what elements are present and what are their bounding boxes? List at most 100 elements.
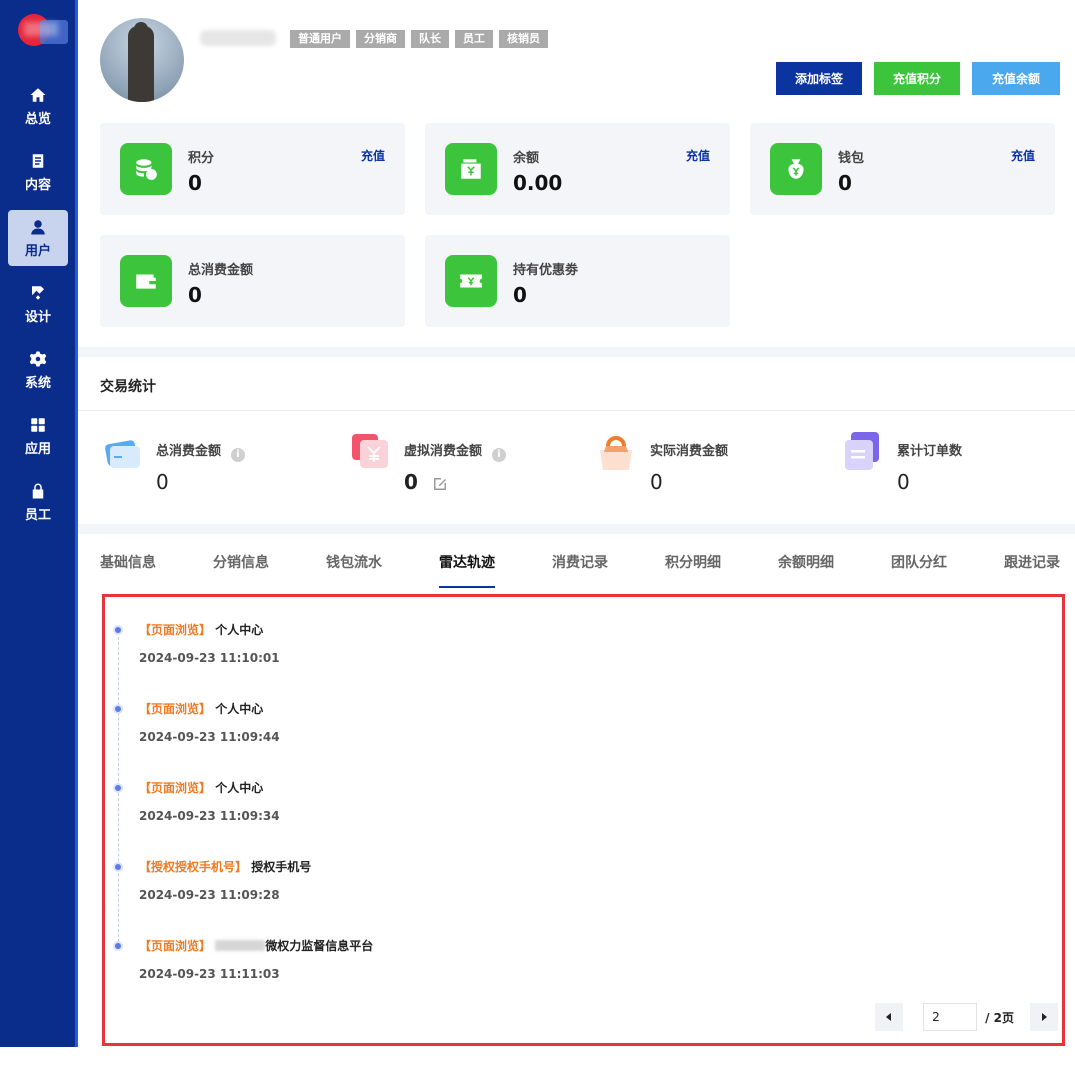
edit-icon[interactable] xyxy=(432,476,448,492)
timeline-item: 【页面浏览】 微权力监督信息平台 2024-09-23 11:11:03 xyxy=(113,919,1013,981)
radar-timeline: 【页面浏览】 个人中心 2024-09-23 11:10:01 【页面浏览】 个… xyxy=(102,594,1065,1046)
stat-value: 0 xyxy=(650,470,663,494)
tab-balance-detail[interactable]: 余额明细 xyxy=(778,552,834,588)
brush-icon xyxy=(29,284,47,302)
wallet-recharge-link[interactable]: 充值 xyxy=(1011,147,1035,164)
stat-value: 0 xyxy=(404,470,418,494)
timeline-dot xyxy=(113,704,123,714)
document-icon xyxy=(29,152,47,170)
tab-radar-track[interactable]: 雷达轨迹 xyxy=(439,552,495,588)
page-total: / 2页 xyxy=(985,1010,1014,1025)
yuan-card-icon xyxy=(352,434,388,468)
timeline-title: 【授权授权手机号】 授权手机号 xyxy=(139,860,312,874)
gear-icon xyxy=(29,350,47,368)
card-value: 0 xyxy=(513,283,527,307)
stat-order-count: 累计订单数 0 xyxy=(843,432,1063,502)
wallet-icon xyxy=(120,255,172,307)
stat-value: 0 xyxy=(897,470,910,494)
card-label: 总消费金额 xyxy=(188,263,254,278)
timeline-dot xyxy=(113,783,123,793)
sidebar-item-label: 系统 xyxy=(24,375,51,391)
balance-recharge-link[interactable]: 充值 xyxy=(686,147,710,164)
sidebar-item-users[interactable]: 用户 xyxy=(8,210,68,266)
stat-label: 累计订单数 xyxy=(897,444,963,459)
tag-badge: 员工 xyxy=(455,30,493,48)
timeline-item: 【页面浏览】 个人中心 2024-09-23 11:10:01 xyxy=(113,603,1013,665)
card-value: 0 xyxy=(838,171,852,195)
recharge-balance-button[interactable]: 充值余额 xyxy=(972,62,1060,95)
points-recharge-link[interactable]: 充值 xyxy=(361,147,385,164)
info-icon[interactable]: i xyxy=(492,448,507,462)
tab-wallet-flow[interactable]: 钱包流水 xyxy=(326,552,382,588)
card-value: 0.00 xyxy=(513,171,563,195)
sidebar-item-label: 设计 xyxy=(24,309,51,325)
card-label: 持有优惠劵 xyxy=(513,263,579,278)
sidebar-item-label: 员工 xyxy=(24,507,51,523)
timeline-title: 【页面浏览】 个人中心 xyxy=(139,702,264,716)
tab-consumption-records[interactable]: 消费记录 xyxy=(552,552,608,588)
coupon-icon xyxy=(445,255,497,307)
tab-basic-info[interactable]: 基础信息 xyxy=(100,552,156,588)
sidebar-item-label: 内容 xyxy=(24,177,51,193)
coins-icon xyxy=(120,143,172,195)
card-label: 积分 xyxy=(188,151,215,166)
timeline-item: 【页面浏览】 个人中心 2024-09-23 11:09:34 xyxy=(113,761,1013,823)
sidebar-item-label: 用户 xyxy=(24,243,51,259)
timeline-time: 2024-09-23 11:09:44 xyxy=(139,730,280,744)
recharge-points-button[interactable]: 充值积分 xyxy=(874,62,960,95)
orders-icon xyxy=(845,432,879,470)
shopping-bag-icon xyxy=(600,436,632,470)
sidebar-item-design[interactable]: 设计 xyxy=(8,276,68,332)
section-title: 交易统计 xyxy=(100,379,156,395)
points-card: 积分 0 充值 xyxy=(100,123,405,215)
sidebar-item-apps[interactable]: 应用 xyxy=(8,408,68,464)
timeline-time: 2024-09-23 11:11:03 xyxy=(139,967,280,981)
lock-icon xyxy=(29,482,47,500)
next-page-button[interactable] xyxy=(1030,1003,1058,1031)
stat-actual-spend: 实际消费金额 0 xyxy=(596,432,816,502)
user-name-redacted xyxy=(200,30,276,46)
pagination: / 2页 xyxy=(875,1003,1058,1031)
section-divider xyxy=(78,347,1075,357)
coupon-card: 持有优惠劵 0 xyxy=(425,235,730,327)
section-divider xyxy=(78,524,1075,534)
profile-actions: 添加标签 充值积分 充值余额 xyxy=(776,62,1060,95)
stat-label: 总消费金额 i xyxy=(156,440,246,462)
wallet-card: 钱包 0 充值 xyxy=(750,123,1055,215)
timeline-title: 【页面浏览】 微权力监督信息平台 xyxy=(139,939,374,953)
sidebar-item-label: 应用 xyxy=(24,441,51,457)
tag-badge: 核销员 xyxy=(499,30,548,48)
chevron-left-icon xyxy=(886,1013,892,1021)
card-label: 钱包 xyxy=(838,151,865,166)
timeline-title: 【页面浏览】 个人中心 xyxy=(139,781,264,795)
tab-team-dividend[interactable]: 团队分红 xyxy=(891,552,947,588)
prev-page-button[interactable] xyxy=(875,1003,904,1031)
timeline-dot xyxy=(113,625,123,635)
wallet-yuan-icon xyxy=(445,143,497,195)
info-icon[interactable]: i xyxy=(231,448,246,462)
stat-total-spend: 总消费金额 i 0 xyxy=(102,432,322,502)
add-tag-button[interactable]: 添加标签 xyxy=(776,62,862,95)
stat-virtual-spend: 虚拟消费金额 i 0 xyxy=(350,432,570,502)
tab-followup-records[interactable]: 跟进记录 xyxy=(1004,552,1060,588)
sidebar-nav: 总览 内容 用户 设计 系统 应用 员工 xyxy=(8,78,68,540)
tag-badge: 分销商 xyxy=(356,30,405,48)
stat-label: 虚拟消费金额 i xyxy=(404,440,507,462)
page-number-input[interactable] xyxy=(923,1003,978,1031)
tab-distribution-info[interactable]: 分销信息 xyxy=(213,552,269,588)
sidebar-item-overview[interactable]: 总览 xyxy=(8,78,68,134)
sidebar-item-system[interactable]: 系统 xyxy=(8,342,68,398)
user-icon xyxy=(29,218,47,236)
logo xyxy=(18,12,68,48)
sidebar-item-content[interactable]: 内容 xyxy=(8,144,68,200)
stat-label: 实际消费金额 xyxy=(650,444,729,459)
sidebar-item-staff[interactable]: 员工 xyxy=(8,474,68,530)
timeline-dot xyxy=(113,862,123,872)
timeline-time: 2024-09-23 11:09:28 xyxy=(139,888,280,902)
timeline-dot xyxy=(113,941,123,951)
tab-points-detail[interactable]: 积分明细 xyxy=(665,552,721,588)
sidebar-item-label: 总览 xyxy=(24,111,51,127)
avatar xyxy=(100,18,184,102)
card-value: 0 xyxy=(188,171,202,195)
grid-icon xyxy=(29,416,47,434)
